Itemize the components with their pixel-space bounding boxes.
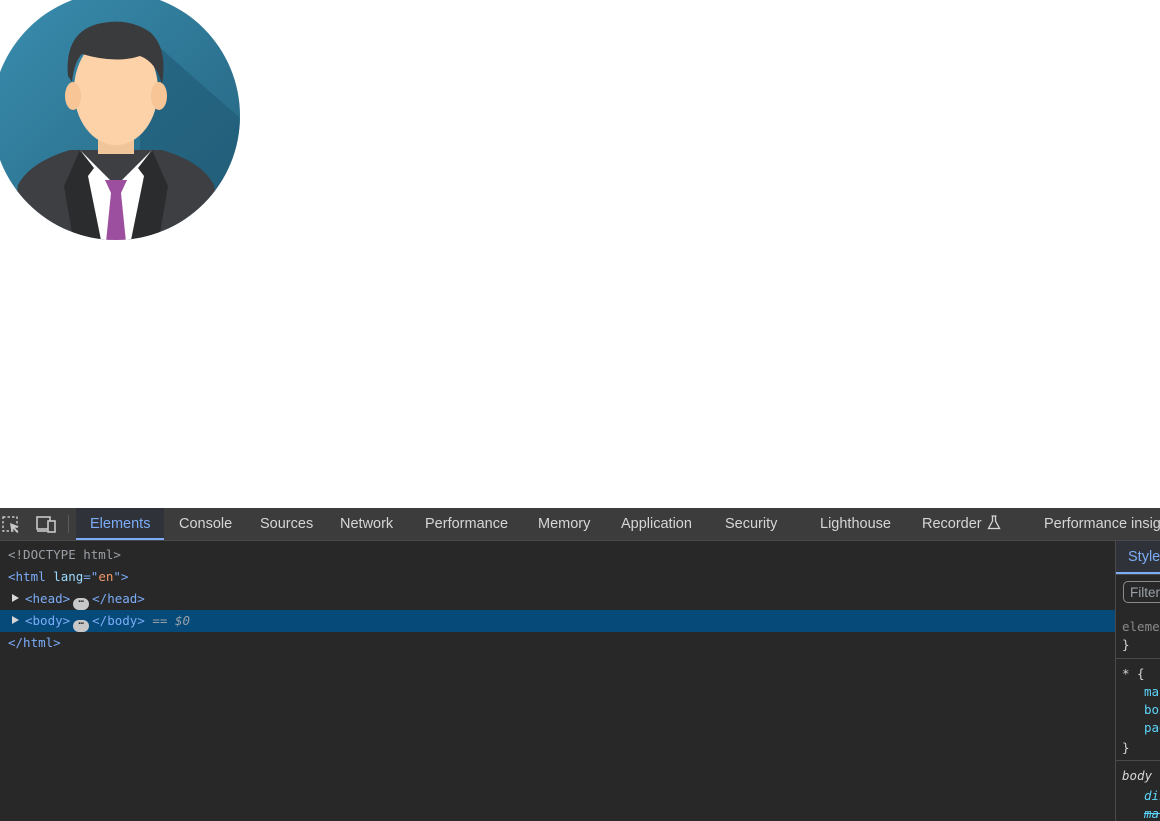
tab-sources[interactable]: Sources [260, 508, 313, 540]
expand-arrow-icon[interactable] [12, 616, 19, 624]
tab-application[interactable]: Application [621, 508, 692, 540]
dom-head-row[interactable]: <head> ⋯ </head> [0, 588, 1115, 610]
tab-styles[interactable]: Styles [1128, 541, 1160, 573]
tab-recorder[interactable]: Recorder [922, 508, 1001, 540]
collapsed-ellipsis-icon[interactable]: ⋯ [73, 620, 90, 632]
dom-html-close-row[interactable]: </html> [0, 632, 1115, 654]
doctype-text: <!DOCTYPE html> [8, 547, 121, 562]
body-selector[interactable]: body [1122, 767, 1152, 785]
html-lang-value: en [98, 569, 114, 584]
html-lang-attr: lang [53, 569, 84, 584]
devtools-panel: Elements Console Sources Network Perform… [0, 508, 1160, 821]
body-prop-display[interactable]: display [1144, 787, 1160, 805]
element-style-selector[interactable]: element.style { [1122, 618, 1160, 636]
tab-performance[interactable]: Performance [425, 508, 508, 540]
inspect-element-icon[interactable] [1, 514, 23, 534]
element-style-close: } [1122, 637, 1130, 652]
page-viewport [0, 0, 1160, 508]
dom-tree: <!DOCTYPE html> <html lang="en"> <head> ⋯… [0, 541, 1115, 821]
body-open-tag: <body> [25, 613, 71, 628]
styles-pane: Styles element.style { } * { margin box-… [1115, 541, 1160, 821]
body-close-tag: </body> [92, 613, 145, 628]
styles-filter-input[interactable] [1123, 581, 1160, 603]
universal-selector[interactable]: * { [1122, 665, 1145, 683]
tab-elements[interactable]: Elements [76, 508, 165, 540]
body-prop-margin-overridden[interactable]: margin [1144, 805, 1160, 821]
dom-body-row[interactable]: <body> ⋯ </body> == $0 [0, 610, 1115, 632]
device-toolbar-icon[interactable] [35, 514, 57, 534]
experimental-flask-icon [987, 515, 1001, 530]
collapsed-ellipsis-icon[interactable]: ⋯ [73, 598, 90, 610]
rule-divider [1116, 760, 1160, 761]
person-avatar-image [0, 0, 240, 240]
toolbar-divider [68, 515, 69, 533]
tab-performance-insights[interactable]: Performance insig [1044, 508, 1160, 540]
head-close-tag: </head> [92, 591, 145, 606]
html-lang-eq: =" [83, 569, 99, 584]
rule-divider [1116, 658, 1160, 659]
style-prop-padding[interactable]: padding [1144, 719, 1160, 737]
html-open-tag: <html [8, 569, 46, 584]
tab-console[interactable]: Console [179, 508, 232, 540]
style-prop-margin[interactable]: margin [1144, 683, 1160, 701]
tab-lighthouse[interactable]: Lighthouse [820, 508, 891, 540]
expand-arrow-icon[interactable] [12, 594, 19, 602]
tab-memory[interactable]: Memory [538, 508, 590, 540]
devtools-toolbar: Elements Console Sources Network Perform… [0, 508, 1160, 541]
selected-node-ref: == $0 [152, 613, 191, 628]
style-prop-box-sizing[interactable]: box-sizing [1144, 701, 1160, 719]
tab-recorder-label: Recorder [922, 516, 982, 532]
tab-network[interactable]: Network [340, 508, 393, 540]
tab-security[interactable]: Security [725, 508, 777, 540]
dom-html-row[interactable]: <html lang="en"> [0, 566, 1115, 588]
head-open-tag: <head> [25, 591, 71, 606]
html-close-tag: </html> [8, 635, 61, 650]
html-lang-close: "> [113, 569, 129, 584]
dom-doctype-row[interactable]: <!DOCTYPE html> [0, 544, 1115, 566]
universal-rule-close: } [1122, 740, 1130, 755]
